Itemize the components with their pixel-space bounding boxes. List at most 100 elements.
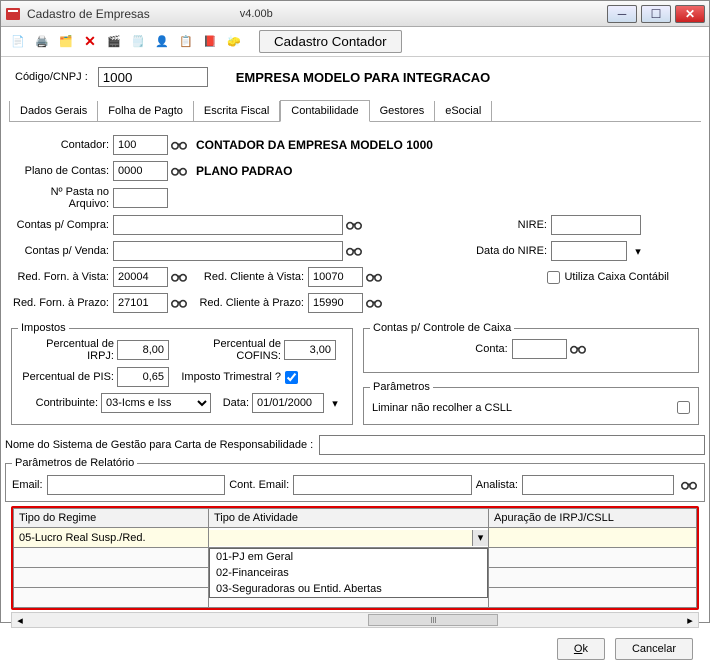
main-window: Cadastro de Empresas v4.00b ─ ☐ ✕ 📄 🖨️ 🗂…: [0, 0, 710, 623]
tab-folha[interactable]: Folha de Pagto: [98, 101, 194, 121]
contribuinte-label: Contribuinte:: [18, 397, 98, 409]
version-label: v4.00b: [240, 8, 273, 20]
impostos-legend: Impostos: [18, 322, 69, 334]
toolbar-icon-5[interactable]: 🎬: [103, 31, 125, 53]
maximize-button[interactable]: ☐: [641, 5, 671, 23]
data-label: Data:: [211, 397, 249, 409]
conta-input[interactable]: [512, 339, 567, 359]
toolbar-icon-3[interactable]: 🗂️: [55, 31, 77, 53]
conta-lookup-icon[interactable]: [569, 340, 587, 358]
data-nire-dropdown-icon[interactable]: ▾: [629, 242, 647, 260]
grid-header-apuracao[interactable]: Apuração de IRPJ/CSLL: [489, 509, 697, 528]
controle-caixa-fieldset: Contas p/ Controle de Caixa Conta:: [363, 322, 699, 373]
nire-input[interactable]: [551, 215, 641, 235]
conta-label: Conta:: [475, 343, 507, 355]
contas-venda-lookup-icon[interactable]: [345, 242, 363, 260]
tab-gestores[interactable]: Gestores: [370, 101, 436, 121]
plano-lookup-icon[interactable]: [170, 162, 188, 180]
parametros-fieldset: Parâmetros Liminar não recolher a CSLL: [363, 381, 699, 425]
plano-input[interactable]: [113, 161, 168, 181]
horizontal-scrollbar[interactable]: ◂ ▸: [11, 612, 699, 628]
red-forn-vista-input[interactable]: [113, 267, 168, 287]
pasta-label: Nº Pasta no Arquivo:: [11, 186, 109, 210]
scroll-track[interactable]: [28, 613, 682, 627]
plano-label: Plano de Contas:: [11, 165, 109, 177]
data-input[interactable]: [252, 393, 324, 413]
codigo-cnpj-input[interactable]: [98, 67, 208, 87]
toolbar-icon-2[interactable]: 🖨️: [31, 31, 53, 53]
pis-label: Percentual de PIS:: [18, 371, 114, 383]
scroll-right-icon[interactable]: ▸: [682, 614, 698, 627]
contador-lookup-icon[interactable]: [170, 136, 188, 154]
cancelar-button[interactable]: Cancelar: [615, 638, 693, 660]
data-nire-input[interactable]: [551, 241, 627, 261]
cell-apuracao[interactable]: [489, 528, 696, 547]
cont-email-input[interactable]: [293, 475, 472, 495]
analista-lookup-icon[interactable]: [680, 476, 698, 494]
data-nire-label: Data do NIRE:: [363, 245, 547, 257]
trimestral-checkbox[interactable]: [285, 371, 298, 384]
contador-nome: CONTADOR DA EMPRESA MODELO 1000: [196, 138, 433, 152]
toolbar-icon-8[interactable]: 📋: [175, 31, 197, 53]
plano-nome: PLANO PADRAO: [196, 164, 292, 178]
pis-input[interactable]: [117, 367, 169, 387]
pasta-input[interactable]: [113, 188, 168, 208]
atividade-option-3[interactable]: 03-Seguradoras ou Entid. Abertas: [210, 581, 487, 597]
scroll-thumb[interactable]: [368, 614, 498, 626]
contador-input[interactable]: [113, 135, 168, 155]
relatorio-fieldset: Parâmetros de Relatório Email: Cont. Ema…: [5, 457, 705, 502]
cadastro-contador-button[interactable]: Cadastro Contador: [259, 30, 402, 53]
email-input[interactable]: [47, 475, 226, 495]
close-button[interactable]: ✕: [675, 5, 705, 23]
toolbar-icon-9[interactable]: 📕: [199, 31, 221, 53]
red-cli-vista-lookup-icon[interactable]: [365, 268, 383, 286]
contas-compra-label: Contas p/ Compra:: [11, 219, 109, 231]
data-dropdown-icon[interactable]: ▾: [326, 394, 344, 412]
contas-compra-lookup-icon[interactable]: [345, 216, 363, 234]
grid-header-atividade[interactable]: Tipo de Atividade: [209, 509, 489, 528]
tab-escrita[interactable]: Escrita Fiscal: [194, 101, 280, 121]
utiliza-caixa-checkbox[interactable]: [547, 271, 560, 284]
codigo-row: Código/CNPJ : EMPRESA MODELO PARA INTEGR…: [1, 57, 709, 93]
red-forn-prazo-label: Red. Forn. à Prazo:: [11, 297, 109, 309]
tab-contabilidade[interactable]: Contabilidade: [280, 100, 369, 122]
irpj-input[interactable]: [117, 340, 169, 360]
contribuinte-select[interactable]: 03-Icms e Iss: [101, 393, 211, 413]
scroll-left-icon[interactable]: ◂: [12, 614, 28, 627]
toolbar-icon-6[interactable]: 🗒️: [127, 31, 149, 53]
delete-icon[interactable]: ✕: [79, 31, 101, 53]
toolbar-icon-10[interactable]: 🧽: [223, 31, 245, 53]
gestao-input[interactable]: [319, 435, 705, 455]
contas-venda-input[interactable]: [113, 241, 343, 261]
tab-dados-gerais[interactable]: Dados Gerais: [9, 101, 98, 121]
atividade-option-2[interactable]: 02-Financeiras: [210, 565, 487, 581]
toolbar: 📄 🖨️ 🗂️ ✕ 🎬 🗒️ 👤 📋 📕 🧽 Cadastro Contador: [1, 27, 709, 57]
cofins-input[interactable]: [284, 340, 336, 360]
analista-input[interactable]: [522, 475, 674, 495]
cell-regime[interactable]: [14, 528, 208, 547]
atividade-dropdown-panel: 01-PJ em Geral 02-Financeiras 03-Segurad…: [209, 548, 488, 598]
gestao-label: Nome do Sistema de Gestão para Carta de …: [5, 439, 313, 451]
red-cli-vista-label: Red. Cliente à Vista:: [188, 271, 304, 283]
atividade-option-1[interactable]: 01-PJ em Geral: [210, 549, 487, 565]
footer: Ok Cancelar: [1, 630, 709, 668]
email-label: Email:: [12, 479, 43, 491]
red-forn-prazo-lookup-icon[interactable]: [170, 294, 188, 312]
relatorio-legend: Parâmetros de Relatório: [12, 457, 137, 469]
red-forn-vista-lookup-icon[interactable]: [170, 268, 188, 286]
red-forn-vista-label: Red. Forn. à Vista:: [11, 271, 109, 283]
cell-atividade[interactable]: [209, 530, 472, 546]
red-cli-vista-input[interactable]: [308, 267, 363, 287]
atividade-dropdown-button[interactable]: ▾: [472, 530, 488, 546]
tab-esocial[interactable]: eSocial: [435, 101, 492, 121]
ok-button[interactable]: Ok: [557, 638, 605, 660]
minimize-button[interactable]: ─: [607, 5, 637, 23]
contas-compra-input[interactable]: [113, 215, 343, 235]
liminar-checkbox[interactable]: [677, 401, 690, 414]
red-cli-prazo-lookup-icon[interactable]: [365, 294, 383, 312]
toolbar-icon-7[interactable]: 👤: [151, 31, 173, 53]
red-forn-prazo-input[interactable]: [113, 293, 168, 313]
grid-header-regime[interactable]: Tipo do Regime: [14, 509, 209, 528]
red-cli-prazo-input[interactable]: [308, 293, 363, 313]
toolbar-icon-1[interactable]: 📄: [7, 31, 29, 53]
